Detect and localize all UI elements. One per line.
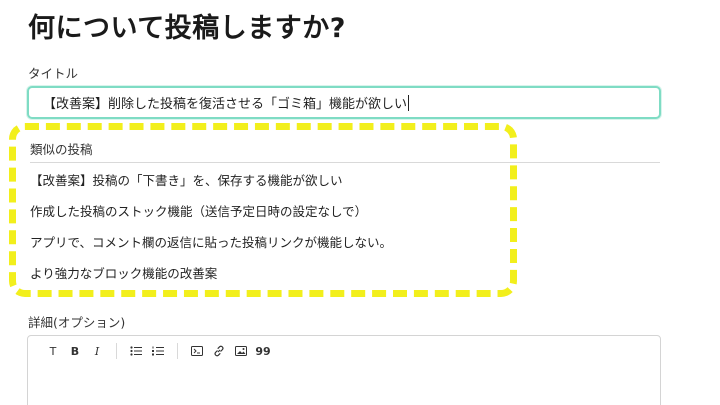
- toolbar-divider: [116, 343, 117, 359]
- numbered-list-icon: [152, 346, 164, 356]
- heading-button[interactable]: T: [42, 340, 64, 362]
- quote-button[interactable]: 99: [252, 340, 274, 362]
- similar-post-item[interactable]: アプリで、コメント欄の返信に貼った投稿リンクが機能しない。: [30, 232, 392, 263]
- similar-post-item[interactable]: 作成した投稿のストック機能（送信予定日時の設定なしで）: [30, 201, 392, 232]
- code-block-button[interactable]: [186, 340, 208, 362]
- details-label: 詳細(オプション): [28, 315, 126, 330]
- similar-post-item[interactable]: 【改善案】投稿の「下書き」を、保存する機能が欲しい: [30, 170, 392, 201]
- bullet-list-icon: [130, 346, 142, 356]
- details-textarea[interactable]: [28, 366, 660, 405]
- similar-posts-divider: [30, 162, 660, 163]
- image-button[interactable]: [230, 340, 252, 362]
- code-block-icon: [191, 346, 203, 356]
- page-title: 何について投稿しますか?: [28, 13, 346, 44]
- editor-toolbar: T B I 99: [28, 336, 660, 366]
- similar-posts-list: 【改善案】投稿の「下書き」を、保存する機能が欲しい 作成した投稿のストック機能（…: [30, 170, 392, 294]
- toolbar-divider: [177, 343, 178, 359]
- title-label: タイトル: [28, 66, 79, 81]
- italic-button[interactable]: I: [86, 340, 108, 362]
- image-icon: [235, 346, 247, 356]
- title-input[interactable]: 【改善案】削除した投稿を復活させる「ゴミ箱」機能が欲しい: [27, 86, 661, 119]
- similar-posts-label: 類似の投稿: [30, 142, 93, 157]
- link-button[interactable]: [208, 340, 230, 362]
- details-editor[interactable]: T B I 99: [27, 335, 661, 405]
- link-icon: [214, 345, 224, 357]
- bold-button[interactable]: B: [64, 340, 86, 362]
- text-caret: [408, 94, 410, 111]
- similar-post-item[interactable]: より強力なブロック機能の改善案: [30, 263, 392, 294]
- bullet-list-button[interactable]: [125, 340, 147, 362]
- numbered-list-button[interactable]: [147, 340, 169, 362]
- title-input-value: 【改善案】削除した投稿を復活させる「ゴミ箱」機能が欲しい: [43, 97, 408, 112]
